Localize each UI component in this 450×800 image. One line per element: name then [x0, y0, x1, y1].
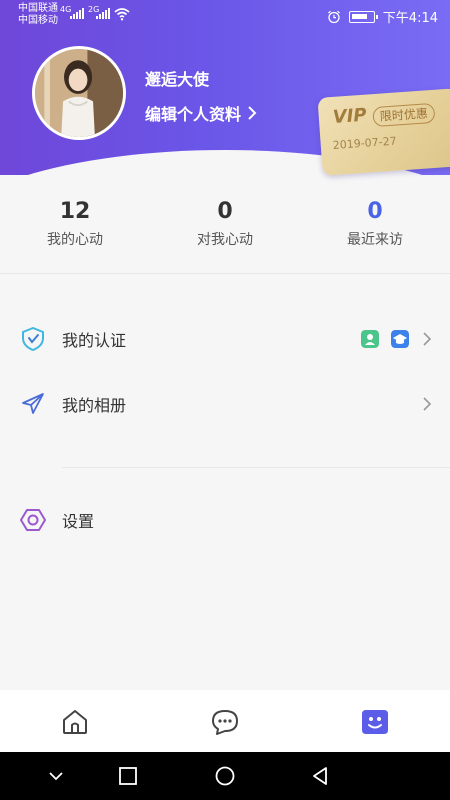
chevron-right-icon: [423, 332, 432, 346]
status-bar: 中国联通 中国移动 4G 2G 下午4:14: [0, 0, 450, 30]
stat-my-likes[interactable]: 12 我的心动: [0, 198, 150, 253]
profile-screen: 中国联通 中国移动 4G 2G 下午4:14 邂逅大使 编辑个人资料 VIP 限…: [0, 0, 450, 800]
vip-title: VIP: [332, 104, 368, 128]
menu-item-album[interactable]: 我的相册: [0, 381, 450, 427]
status-time: 下午4:14: [382, 11, 438, 26]
menu-label-certification: 我的认证: [62, 331, 127, 350]
menu-label-settings: 设置: [62, 512, 95, 531]
paper-plane-icon: [22, 393, 44, 414]
stat-value: 12: [59, 199, 91, 224]
avatar[interactable]: [32, 46, 126, 140]
menu-item-settings[interactable]: 设置: [0, 497, 450, 543]
carrier-1: 中国联通: [18, 3, 58, 14]
vip-card[interactable]: VIP 限时优惠 2019-07-27: [317, 88, 450, 176]
stat-label: 对我心动: [197, 232, 253, 248]
edit-profile-label: 编辑个人资料: [145, 105, 242, 124]
smile-icon[interactable]: [361, 708, 389, 736]
chat-icon[interactable]: [211, 708, 239, 736]
back-icon[interactable]: [310, 766, 330, 786]
hexagon-icon: [20, 509, 46, 531]
menu-item-certification[interactable]: 我的认证: [0, 316, 450, 362]
vip-promo-badge: 限时优惠: [372, 102, 436, 128]
battery-icon: [348, 10, 378, 23]
stats-divider: [0, 273, 450, 274]
alarm-icon: [327, 10, 340, 23]
stat-label: 我的心动: [47, 232, 103, 248]
shield-check-icon: [22, 327, 44, 351]
nickname: 邂逅大使: [145, 70, 210, 89]
vip-date: 2019-07-27: [332, 134, 398, 153]
menu-divider: [62, 467, 450, 468]
id-verified-icon: [361, 330, 379, 348]
stat-value: 0: [367, 199, 383, 224]
stat-likes-me[interactable]: 0 对我心动: [150, 198, 300, 253]
chevron-right-icon: [423, 397, 432, 411]
wifi-icon: [114, 8, 130, 21]
stat-label: 最近来访: [347, 232, 403, 248]
stats-row: 12 我的心动 0 对我心动 0 最近来访: [0, 198, 450, 253]
stat-value: 0: [217, 199, 233, 224]
home-icon[interactable]: [61, 708, 89, 736]
status-right: 下午4:14: [327, 7, 438, 26]
avatar-image: [35, 49, 123, 137]
menu-label-album: 我的相册: [62, 396, 127, 415]
system-nav-bar: [0, 752, 450, 800]
chevron-right-icon: [248, 106, 257, 120]
signal-icon: [70, 7, 84, 19]
recents-icon[interactable]: [118, 766, 138, 786]
stat-recent-visitors[interactable]: 0 最近来访: [300, 198, 450, 253]
education-icon: [391, 330, 409, 348]
carrier-info: 中国联通 中国移动: [18, 3, 58, 27]
carrier-2: 中国移动: [18, 15, 58, 26]
chevron-down-icon[interactable]: [46, 766, 66, 786]
edit-profile-link[interactable]: 编辑个人资料: [145, 101, 257, 125]
home-circle-icon[interactable]: [215, 766, 235, 786]
bottom-nav: [0, 690, 450, 752]
signal-icon: [96, 7, 110, 19]
